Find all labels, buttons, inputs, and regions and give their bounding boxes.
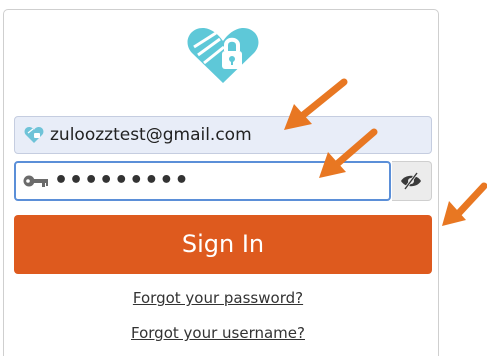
key-icon (23, 175, 48, 187)
forgot-password-link[interactable]: Forgot your password? (0, 289, 436, 307)
email-value: zuloozztest@gmail.com (50, 125, 252, 145)
password-value: ••••••••• (54, 168, 190, 193)
sign-in-button[interactable]: Sign In (14, 215, 432, 274)
annotation-arrow-signin (442, 182, 487, 226)
toggle-password-visibility-button[interactable] (392, 161, 432, 201)
heart-lock-logo-icon (187, 27, 259, 83)
eye-slash-icon (401, 172, 421, 190)
annotation-arrow-password (319, 128, 378, 178)
annotation-arrow-email (284, 78, 348, 130)
forgot-username-link[interactable]: Forgot your username? (0, 324, 436, 342)
screenshot-stage: zuloozztest@gmail.com ••••••••• Sign In … (0, 0, 487, 356)
heart-icon (24, 127, 44, 143)
